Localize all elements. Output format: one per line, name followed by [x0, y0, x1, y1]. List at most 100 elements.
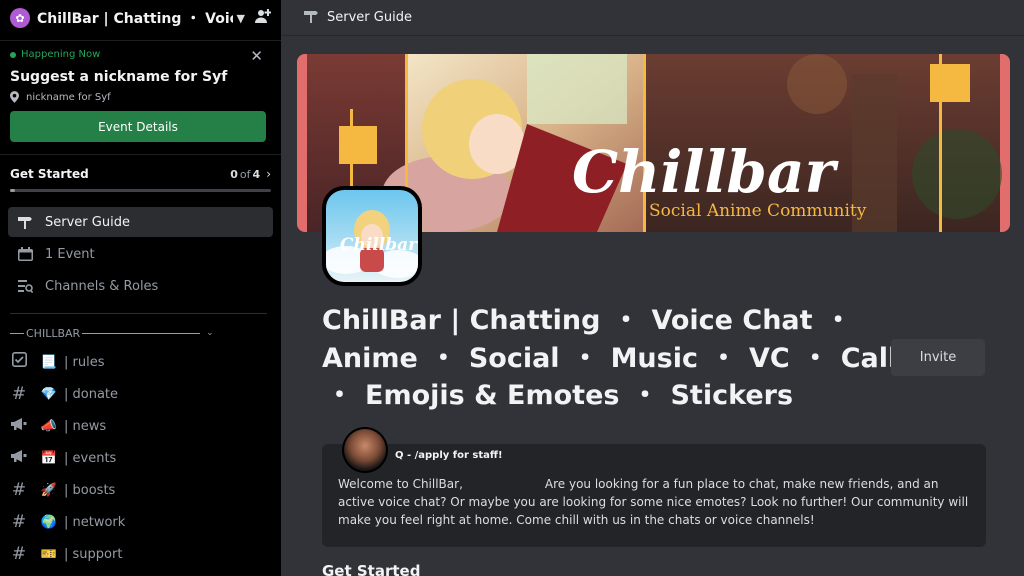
author-photo — [344, 429, 386, 471]
category-chillbar[interactable]: CHILLBAR ⌄ — [0, 326, 281, 340]
channels-roles-icon — [16, 279, 34, 293]
megaphone-emoji-icon: 📣 — [40, 418, 58, 434]
nav-label: Channels & Roles — [45, 278, 159, 294]
author-name[interactable]: Q - /apply for staff! — [395, 450, 503, 461]
signpost-icon — [303, 8, 319, 27]
topbar-title: Server Guide — [327, 10, 412, 25]
nav-label: Server Guide — [45, 214, 130, 230]
title-part: ChillBar | Chatting — [322, 305, 601, 336]
title-part: Call — [840, 342, 898, 374]
get-started-progress[interactable]: Get Started 0 of 4 › — [0, 155, 281, 200]
title-part: VC — [748, 342, 790, 374]
hash-icon: # — [11, 544, 27, 564]
category-label: CHILLBAR — [26, 326, 81, 340]
author-avatar[interactable] — [342, 427, 388, 473]
chevron-right-icon: › — [266, 167, 271, 181]
title-separator: ・ — [326, 380, 353, 411]
channel-label: | rules — [64, 354, 105, 370]
title-part: Voice Chat — [651, 305, 813, 336]
channel-label: | news — [64, 418, 107, 434]
title-separator: ・ — [824, 305, 852, 336]
welcome-message: Welcome to ChillBar, Are you looking for … — [338, 475, 978, 529]
ticket-emoji-icon: 🎫 — [40, 546, 58, 562]
event-location-text: nickname for Syf — [26, 91, 111, 103]
category-line-left — [10, 332, 24, 334]
nav-events[interactable]: 1 Event — [8, 239, 273, 269]
chevron-down-icon: ⌄ — [206, 328, 214, 338]
event-location: nickname for Syf — [10, 91, 271, 103]
title-separator: ・ — [429, 342, 457, 374]
channel-label: | boosts — [64, 482, 116, 498]
channel-network[interactable]: # 🌍 | network — [0, 506, 281, 538]
pin-emoji-icon: 🌍 — [40, 514, 58, 530]
signpost-icon — [16, 215, 34, 229]
nav-list: Server Guide 1 Event Channels & Roles — [0, 207, 281, 301]
live-dot-icon — [10, 51, 16, 58]
get-started-label: Get Started — [10, 167, 89, 181]
rules-channel-icon — [11, 352, 27, 372]
hash-icon: # — [11, 512, 27, 532]
welcome-text-start: Welcome to ChillBar, — [338, 477, 463, 491]
category-line-right — [82, 332, 201, 334]
calendar-emoji-icon: 📅 — [40, 450, 58, 466]
nav-server-guide[interactable]: Server Guide — [8, 207, 273, 237]
title-part: Emojis & Emotes — [365, 380, 620, 411]
server-badge-icon: ✿ — [10, 8, 30, 28]
avatar-logo-text: Chillbar — [340, 235, 418, 255]
channel-label: | support — [64, 546, 123, 562]
happening-now-label: Happening Now — [10, 49, 271, 60]
channel-events[interactable]: 📅 | events — [0, 442, 281, 474]
title-part: Music — [610, 342, 698, 374]
steps-of: of — [239, 167, 251, 181]
server-avatar: Chillbar — [322, 186, 422, 286]
event-card: Happening Now ✕ Suggest a nickname for S… — [0, 40, 281, 155]
title-part: Stickers — [670, 380, 794, 411]
nav-channels-roles[interactable]: Channels & Roles — [8, 271, 273, 301]
invite-button[interactable]: Invite — [891, 339, 985, 376]
channel-news[interactable]: 📣 | news — [0, 410, 281, 442]
title-separator: ・ — [631, 380, 659, 411]
sidebar-divider — [10, 313, 267, 314]
rocket-emoji-icon: 🚀 — [40, 482, 58, 498]
nav-label: 1 Event — [45, 246, 95, 262]
megaphone-icon — [11, 448, 27, 468]
title-separator: ・ — [571, 342, 599, 374]
channel-list: 📃 | rules # 💎 | donate 📣 | news 📅 | even… — [0, 346, 281, 570]
channel-rules[interactable]: 📃 | rules — [0, 346, 281, 378]
close-icon[interactable]: ✕ — [250, 47, 263, 65]
event-title: Suggest a nickname for Syf — [10, 69, 228, 85]
channel-donate[interactable]: # 💎 | donate — [0, 378, 281, 410]
main-topbar: Server Guide — [281, 0, 1024, 36]
add-member-icon[interactable] — [255, 8, 272, 28]
title-part: Anime — [322, 342, 418, 374]
channel-support[interactable]: # 🎫 | support — [0, 538, 281, 570]
channel-label: | network — [64, 514, 126, 530]
sidebar: ✿ ChillBar | Chatting ・ Voic... ▼ Happen… — [0, 0, 281, 576]
channel-label: | donate — [64, 386, 119, 402]
chevron-down-icon[interactable]: ▼ — [237, 12, 245, 25]
page-emoji-icon: 📃 — [40, 354, 58, 370]
steps-total: 4 — [252, 167, 261, 181]
banner-logo-text: Chillbar — [572, 138, 840, 206]
banner-tagline: Social Anime Community — [649, 201, 867, 221]
progress-bar — [10, 189, 271, 192]
channel-boosts[interactable]: # 🚀 | boosts — [0, 474, 281, 506]
get-started-heading: Get Started — [322, 562, 421, 576]
hash-icon: # — [11, 384, 27, 404]
location-pin-icon — [10, 91, 19, 103]
get-started-count: 0 of 4 › — [230, 167, 271, 181]
title-separator: ・ — [801, 342, 829, 374]
channel-label: | events — [64, 450, 117, 466]
server-name[interactable]: ChillBar | Chatting ・ Voic... — [37, 8, 233, 28]
progress-fill — [10, 189, 16, 192]
megaphone-icon — [11, 416, 27, 436]
hash-icon: # — [11, 480, 27, 500]
calendar-icon — [16, 247, 34, 261]
event-status: Happening Now — [21, 49, 101, 60]
title-part: Social — [468, 342, 560, 374]
title-separator: ・ — [612, 305, 640, 336]
event-details-button[interactable]: Event Details — [10, 111, 266, 142]
title-separator: ・ — [709, 342, 737, 374]
server-header[interactable]: ✿ ChillBar | Chatting ・ Voic... ▼ — [0, 0, 281, 36]
steps-done: 0 — [230, 167, 238, 181]
